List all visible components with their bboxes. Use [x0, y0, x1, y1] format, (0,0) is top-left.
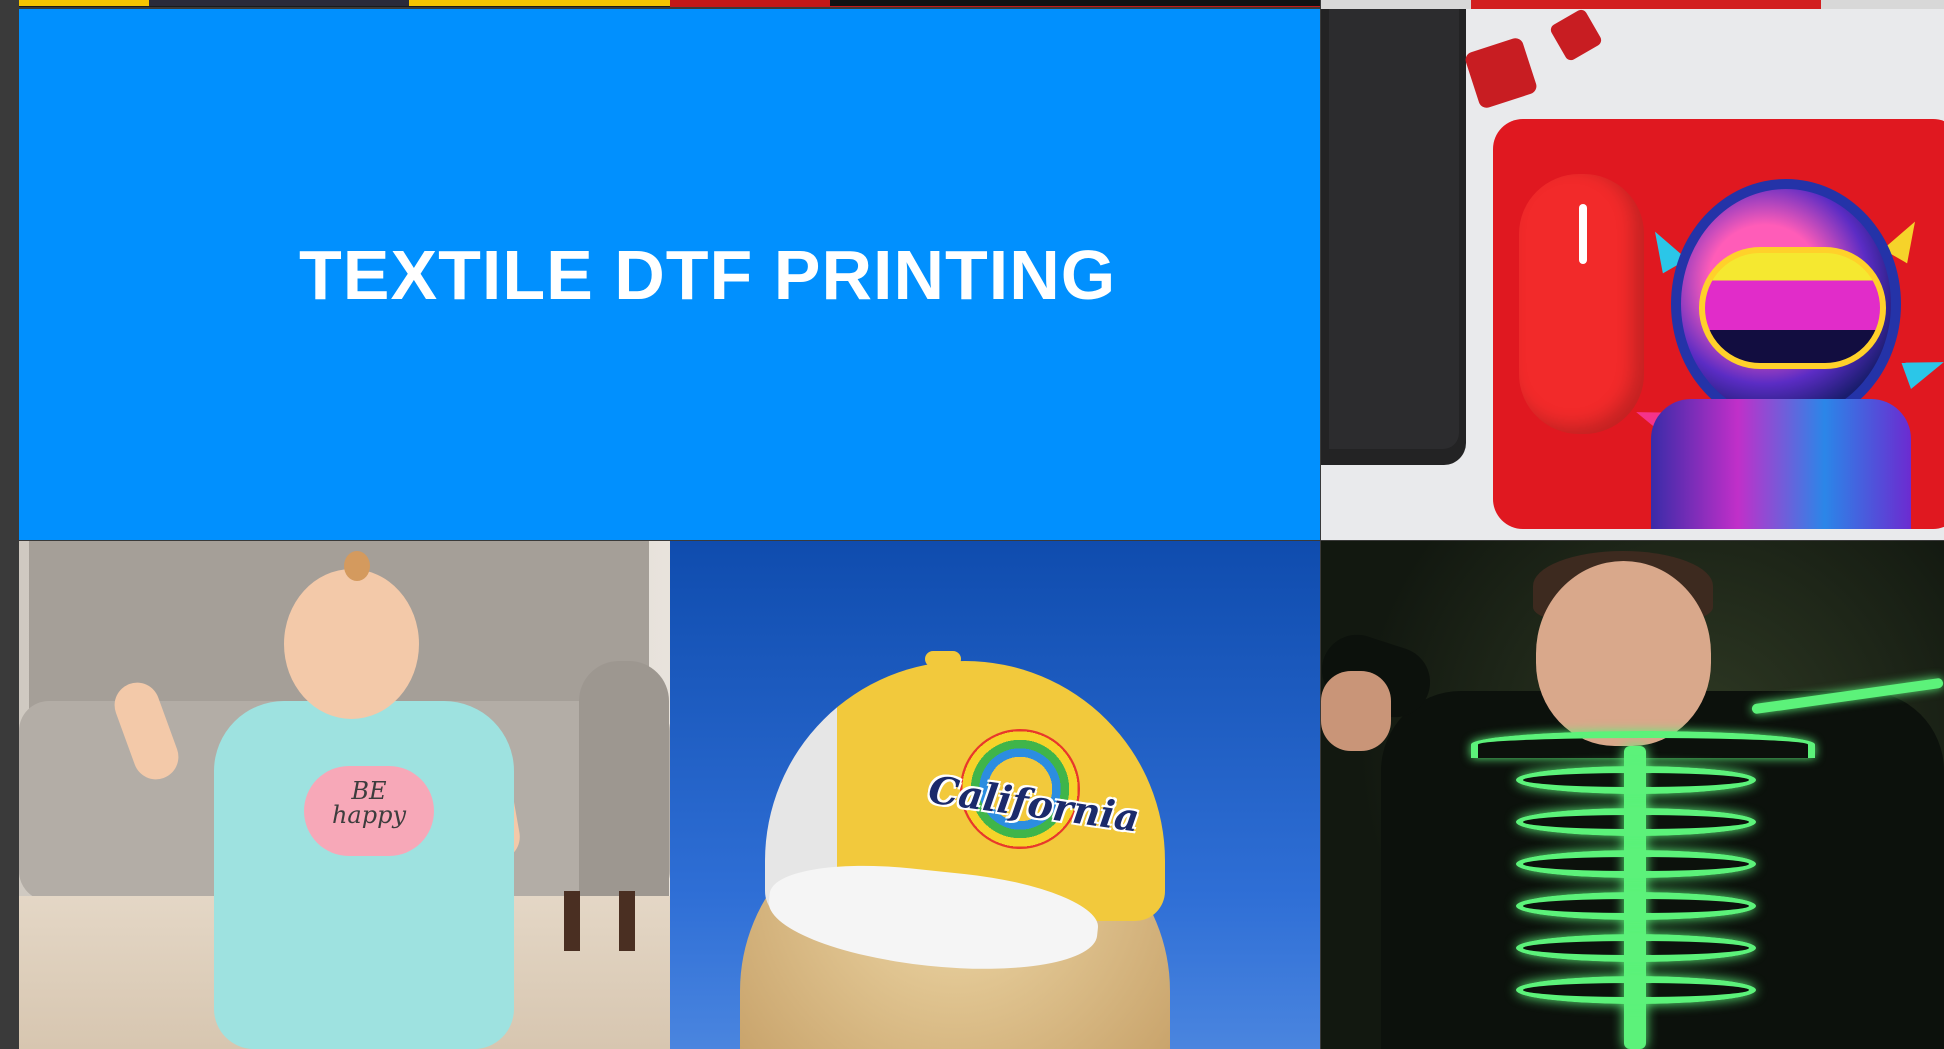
glow-skeleton-sweater-product-image[interactable]: [1321, 541, 1944, 1049]
astronaut-artwork: [1631, 169, 1944, 529]
usb-stick-illustration: [1463, 36, 1539, 110]
baby-bodysuit-product-image[interactable]: BE happy: [19, 541, 670, 1049]
laptop-illustration: [1321, 9, 1466, 465]
hero-banner[interactable]: TEXTILE DTF PRINTING: [19, 9, 1320, 540]
baby-face: [284, 569, 419, 719]
bodysuit-print-text: BE happy: [331, 777, 407, 829]
top-image-strip-left: [19, 0, 670, 7]
cap-product-image[interactable]: California: [670, 541, 1320, 1049]
top-image-strip-middle: [670, 0, 1320, 7]
glowing-skeleton-print: [1516, 746, 1756, 1049]
top-image-strip-right: [1321, 0, 1944, 9]
mousepad-product-image[interactable]: [1321, 9, 1944, 540]
hero-title: TEXTILE DTF PRINTING: [299, 236, 1117, 314]
baby-bodysuit: [214, 701, 514, 1049]
kid-face: [1536, 561, 1711, 746]
